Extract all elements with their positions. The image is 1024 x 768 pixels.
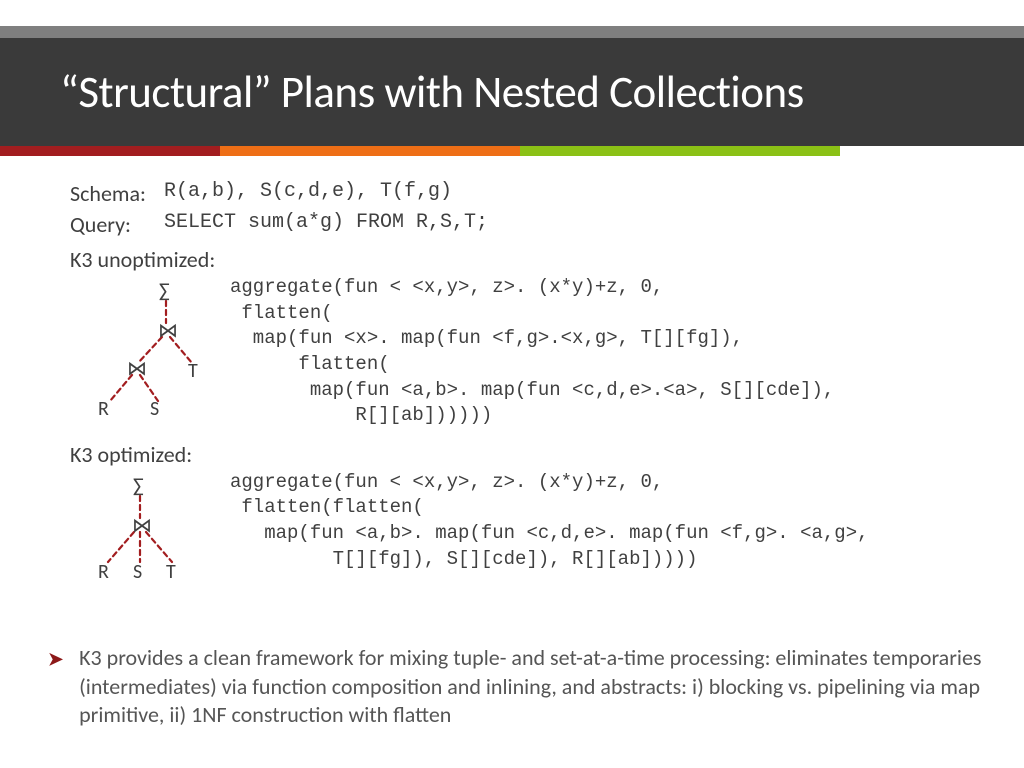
top-bar [0, 26, 1024, 38]
k3-opt-block: ∑ ⋈ R S T aggregate(fun < <x,y>, z>. (x*… [70, 470, 970, 580]
k3-unopt-code: aggregate(fun < <x,y>, z>. (x*y)+z, 0, f… [230, 275, 970, 429]
node-T: T [166, 560, 176, 580]
sum-icon: ∑ [133, 474, 144, 498]
query-label: Query: [70, 211, 164, 238]
k3-opt-code: aggregate(fun < <x,y>, z>. (x*y)+z, 0, f… [230, 470, 970, 573]
schema-value: R(a,b), S(c,d,e), T(f,g) [164, 180, 452, 207]
k3-opt-label: K3 optimized: [70, 441, 970, 468]
bullet-arrow-icon: ➤ [48, 648, 63, 670]
accent-orange [220, 146, 520, 156]
node-S: S [133, 560, 142, 580]
bullet-text: K3 provides a clean framework for mixing… [79, 644, 983, 730]
k3-unopt-block: ∑ ⋈ T ⋈ R S aggregate(fun < <x,y>, z>. (… [70, 275, 970, 429]
tree-unopt: ∑ ⋈ T ⋈ R S [70, 275, 230, 415]
k3-unopt-label: K3 unoptimized: [70, 246, 970, 273]
node-S: S [150, 397, 159, 415]
bullet-block: ➤ K3 provides a clean framework for mixi… [48, 644, 983, 730]
accent-rest [840, 146, 1024, 156]
accent-red [0, 146, 220, 156]
slide-title: “Structural” Plans with Nested Collectio… [0, 65, 804, 120]
sum-icon: ∑ [159, 279, 170, 303]
join-icon: ⋈ [127, 357, 147, 381]
slide: “Structural” Plans with Nested Collectio… [0, 0, 1024, 768]
schema-row: Schema: R(a,b), S(c,d,e), T(f,g) [70, 180, 970, 207]
join-icon: ⋈ [158, 319, 178, 343]
accent-bar [0, 146, 1024, 156]
node-T: T [188, 359, 198, 383]
accent-green [520, 146, 840, 156]
query-row: Query: SELECT sum(a*g) FROM R,S,T; [70, 211, 970, 238]
title-band: “Structural” Plans with Nested Collectio… [0, 38, 1024, 146]
schema-label: Schema: [70, 180, 164, 207]
query-value: SELECT sum(a*g) FROM R,S,T; [164, 211, 488, 238]
join-icon: ⋈ [132, 514, 152, 538]
node-R: R [98, 397, 109, 415]
content: Schema: R(a,b), S(c,d,e), T(f,g) Query: … [70, 180, 970, 580]
node-R: R [98, 560, 109, 580]
tree-opt: ∑ ⋈ R S T [70, 470, 230, 580]
